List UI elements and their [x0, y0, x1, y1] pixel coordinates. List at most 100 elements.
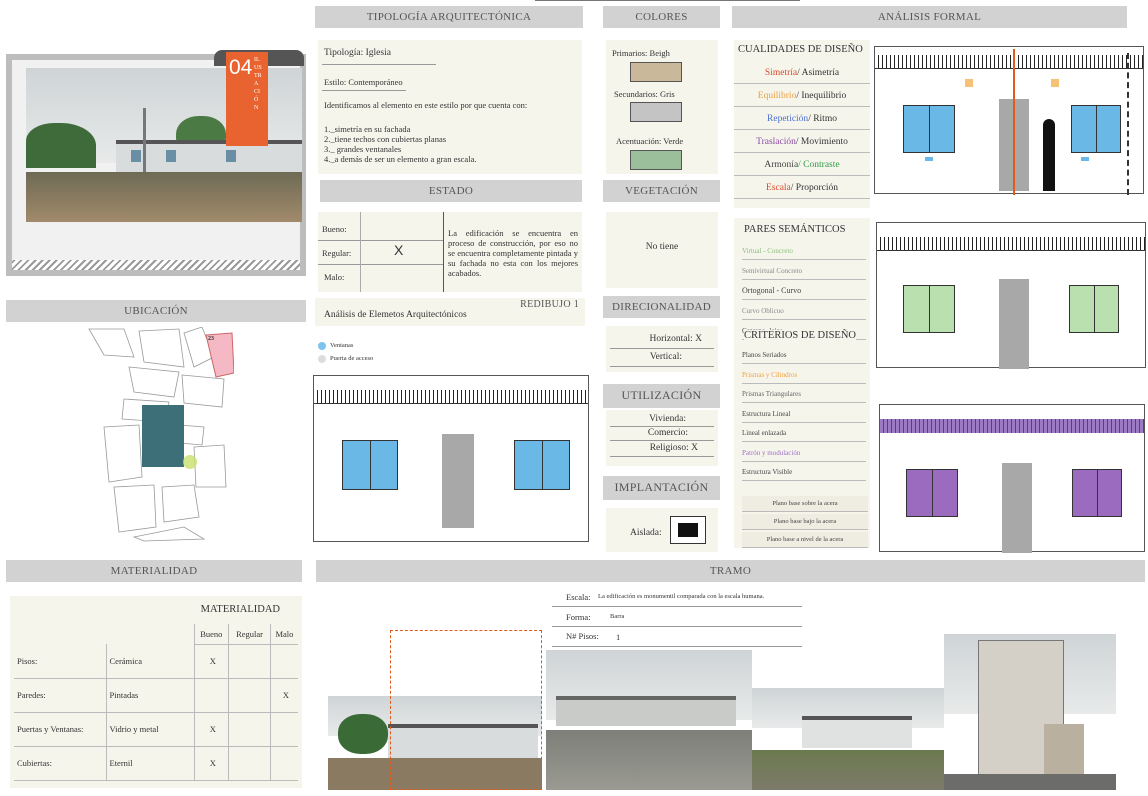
col-header: Bueno	[193, 624, 229, 645]
implantacion-label: Aislada:	[630, 528, 662, 538]
par-item: Curvo Oblicuo	[742, 302, 866, 320]
par-item: Virtual - Concreto	[742, 242, 866, 260]
table-cell	[228, 644, 271, 679]
vegetacion-text: No tiene	[645, 242, 679, 252]
table-cell: Pisos:	[14, 644, 106, 679]
col-header: Regular	[228, 624, 271, 645]
uso-vivienda: Vivienda:	[649, 414, 686, 424]
table-cell: Pintadas	[105, 678, 194, 713]
header-estado: ESTADO	[320, 180, 582, 202]
tipologia-item: 4._a demás de ser un elemento a gran esc…	[324, 154, 477, 164]
tramo-pisos-label: N# Pisos:	[566, 631, 599, 641]
criterio-item: Planos Seriados	[742, 346, 866, 364]
swatch-acentuacion	[630, 150, 682, 170]
top-rule	[535, 0, 800, 1]
plano-item: Plano base a nivel de la acera	[742, 532, 868, 548]
cualidad-a: Escala	[765, 183, 791, 193]
tipologia-label: Tipología: Iglesia	[324, 48, 391, 58]
direccion-horizontal: Horizontal: X	[649, 334, 702, 344]
tramo-forma-value: Barra	[610, 613, 625, 620]
cualidad-b: / Contraste	[798, 160, 840, 170]
colores-panel: Primarios: Beigh Secundarios: Gris Acent…	[606, 40, 718, 174]
tramo-escala-label: Escala:	[566, 592, 591, 602]
materialidad-panel: MATERIALIDAD Bueno Regular Malo Pisos: Ce…	[10, 596, 302, 788]
cualidad-b: / Movimiento	[795, 137, 848, 147]
criterio-item: Prismas y Cilindros	[742, 366, 866, 384]
table-cell	[269, 644, 298, 679]
criterios-title: CRITERIOS DE DISEÑO	[744, 330, 856, 341]
tramo-photo-2	[546, 650, 752, 790]
header-tipologia: TIPOLOGÍA ARQUITECTÓNICA	[315, 6, 583, 28]
table-cell: X	[193, 644, 229, 679]
badge: 04 ILUSTRACIÓN	[226, 52, 268, 146]
legend-puerta: Puerta de acceso	[330, 355, 374, 362]
swatch-secundario	[630, 102, 682, 122]
tramo-forma-label: Forma:	[566, 612, 591, 622]
facade-traslacion	[879, 404, 1145, 553]
estado-malo: Malo:	[324, 272, 345, 282]
header-ubicacion: UBICACIÓN	[6, 300, 306, 322]
par-item: Ortogonal - Curvo	[742, 282, 866, 300]
uso-religioso: Religioso: X	[649, 443, 698, 453]
secundarios-label: Secundarios: Gris	[614, 89, 675, 99]
estado-bueno: Bueno:	[322, 224, 347, 234]
primarios-label: Primarios: Beigh	[612, 48, 670, 58]
tramo-photo-3	[752, 688, 944, 790]
criterio-item: Prismas Triangulares	[742, 385, 866, 403]
cualidad-a: Repetición	[767, 114, 809, 124]
estado-regular: Regular:	[322, 248, 352, 258]
criterio-item: Lineal enlazada	[742, 424, 866, 442]
cualidad-b: / Asimetría	[797, 68, 840, 78]
table-cell: Vidrio y metal	[105, 712, 194, 747]
cualidad-a: Equilibrio	[757, 91, 797, 101]
cualidad-a: Simetría	[764, 68, 798, 78]
par-item: Semivirtual Concreto	[742, 262, 866, 280]
legend-puerta-dot	[318, 355, 326, 363]
uso-comercio: Comercio:	[647, 428, 688, 438]
tramo-highlight	[390, 630, 542, 790]
plano-item: Plano base sobre la acera	[742, 496, 868, 512]
cualidad-item: Escala/ Proporción	[734, 177, 870, 199]
cualidad-a: Armonía	[764, 160, 799, 170]
tramo-escala-value: La edificación es monumentil comparada c…	[598, 593, 765, 600]
estado-panel: Bueno: Regular: Malo: X La edificación s…	[318, 212, 582, 292]
tramo-photo-4	[944, 634, 1116, 790]
badge-text: ILUSTRACIÓN	[254, 57, 262, 111]
header-colores: COLORES	[603, 6, 720, 28]
table-row: Paredes: Pintadas X	[14, 678, 298, 713]
table-row: Pisos: Cerámica X	[14, 644, 298, 679]
cualidad-b: / Proporción	[790, 183, 839, 193]
estilo-label: Estilo: Contemporáneo	[324, 77, 403, 87]
cualidad-item: Repetición/ Ritmo	[734, 108, 870, 130]
implantacion-panel: Aislada:	[606, 508, 718, 552]
criterio-item: Patrón y modulación	[742, 444, 866, 462]
location-map: 23	[84, 326, 235, 542]
header-implantacion: IMPLANTACIÓN	[603, 476, 720, 500]
table-cell	[228, 746, 271, 781]
legend-ventanas: Ventanas	[330, 342, 354, 349]
criterio-item: Estructura Lineal	[742, 405, 866, 423]
table-cell: Cerámica	[105, 644, 194, 679]
table-cell: Eternil	[105, 746, 194, 781]
cualidad-b: / Inequilibrio	[796, 91, 847, 101]
table-cell: X	[269, 678, 298, 713]
direccion-vertical: Vertical:	[649, 352, 682, 362]
cualidad-b: / Ritmo	[808, 114, 837, 124]
tipologia-panel: Tipología: Iglesia Estilo: Contemporáneo…	[318, 40, 582, 174]
table-cell	[193, 678, 229, 713]
header-utilizacion: UTILIZACIÓN	[603, 384, 720, 408]
estado-text: La edificación se encuentra en proceso d…	[448, 228, 578, 278]
cualidades-title: CUALIDADES DE DISEÑO	[738, 44, 863, 55]
header-analisis: ANÁLISIS FORMAL	[732, 6, 1127, 28]
redibujo-subtitle: Análisis de Elemetos Arquitectónicos	[324, 310, 467, 320]
estado-mark: X	[394, 242, 404, 258]
tipologia-item: 3._ grandes ventanales	[324, 144, 402, 154]
header-direccionalidad: DIRECIONALIDAD	[603, 296, 720, 318]
cualidad-item: Armonía/ Contraste	[734, 154, 870, 176]
table-row: Puertas y Ventanas: Vidrio y metal X	[14, 712, 298, 747]
facade-simetria	[874, 46, 1144, 195]
table-cell	[228, 678, 271, 713]
header-vegetacion: VEGETACIÓN	[603, 180, 720, 202]
plano-item: Plano base bajo la acera	[742, 514, 868, 530]
tramo-pisos-value: 1	[616, 632, 621, 642]
